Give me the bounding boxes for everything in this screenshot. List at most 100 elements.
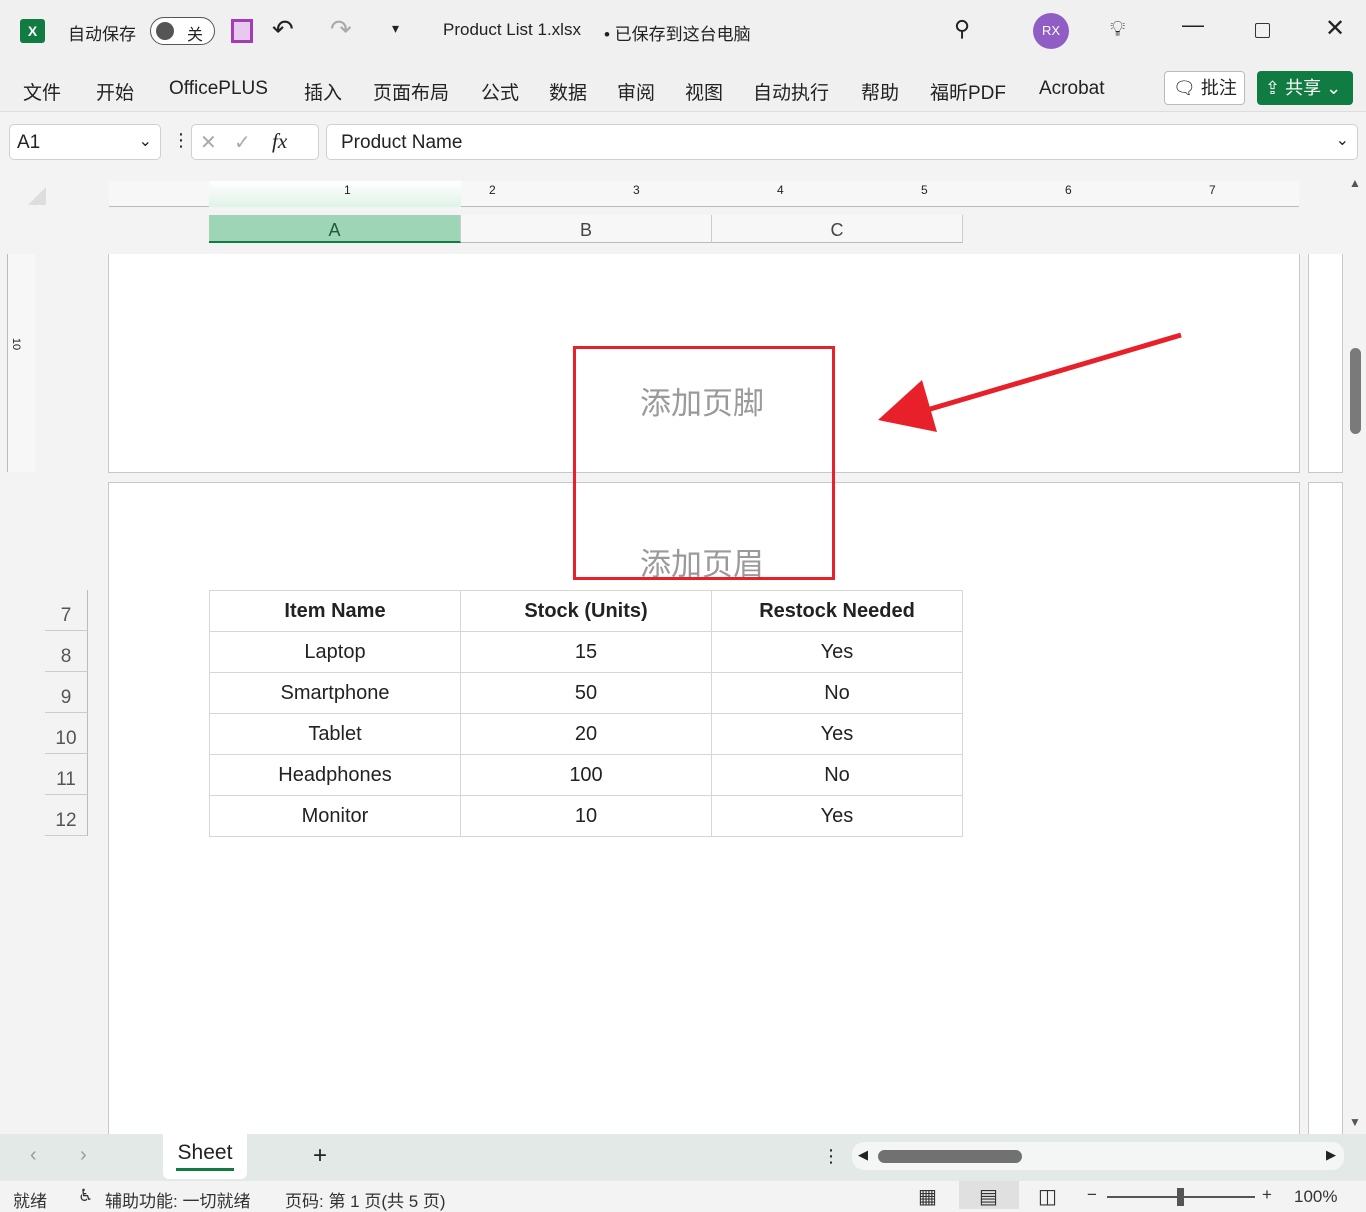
expand-formula-icon[interactable]: ⌄	[1336, 130, 1349, 150]
table-cell[interactable]: Tablet	[210, 714, 461, 755]
tab-foxit-pdf[interactable]: 福昕PDF	[930, 78, 1006, 105]
table-row: Headphones100No	[210, 755, 963, 796]
cancel-icon[interactable]: ✕	[200, 130, 217, 155]
row-header[interactable]: 11	[45, 754, 88, 795]
search-icon[interactable]: ⚲	[954, 16, 970, 42]
title-bar: X 自动保存 关 ↶ ↷ ▾ Product List 1.xlsx • 已保存…	[0, 0, 1366, 62]
sheet-tab-bar: ‹ › Sheet + ⋮ ◀ ▶	[0, 1134, 1366, 1181]
table-cell[interactable]: Yes	[712, 632, 963, 673]
more-icon[interactable]: ⋮	[822, 1146, 840, 1167]
data-table: Item NameStock (Units)Restock NeededLapt…	[209, 590, 963, 837]
table-cell[interactable]: No	[712, 755, 963, 796]
tab-help[interactable]: 帮助	[861, 78, 899, 105]
table-cell[interactable]: Headphones	[210, 755, 461, 796]
tab-data[interactable]: 数据	[549, 78, 587, 105]
tab-formulas[interactable]: 公式	[481, 78, 519, 105]
column-header-c[interactable]: C	[712, 215, 963, 243]
row-header[interactable]: 9	[45, 672, 88, 713]
row-header[interactable]: 12	[45, 795, 88, 836]
formula-input[interactable]: Product Name ⌄	[326, 124, 1358, 160]
table-row: Smartphone50No	[210, 673, 963, 714]
table-row: Monitor10Yes	[210, 796, 963, 837]
page-layout-view-icon: ▤	[979, 1184, 998, 1209]
insert-function-button[interactable]: fx	[272, 129, 287, 154]
table-cell[interactable]: 20	[461, 714, 712, 755]
annotation-arrow-icon	[870, 325, 1190, 440]
table-cell[interactable]: Laptop	[210, 632, 461, 673]
zoom-in-button[interactable]: +	[1262, 1185, 1272, 1205]
page-number: 页码: 第 1 页(共 5 页)	[285, 1187, 446, 1212]
file-name: Product List 1.xlsx	[443, 20, 581, 40]
tab-file[interactable]: 文件	[23, 78, 61, 105]
zoom-out-button[interactable]: −	[1087, 1185, 1097, 1205]
avatar[interactable]: RX	[1033, 13, 1069, 49]
table-cell[interactable]: Smartphone	[210, 673, 461, 714]
table-cell[interactable]: Yes	[712, 714, 963, 755]
table-cell[interactable]: No	[712, 673, 963, 714]
share-button[interactable]: ⇪ 共享 ⌄	[1257, 71, 1353, 105]
table-header-row: Item NameStock (Units)Restock Needed	[210, 591, 963, 632]
undo-icon[interactable]: ↶	[272, 14, 294, 45]
accessibility-icon[interactable]: ♿︎	[78, 1186, 93, 1206]
column-header-b[interactable]: B	[461, 215, 712, 243]
tab-review[interactable]: 审阅	[617, 78, 655, 105]
excel-logo-icon: X	[20, 19, 45, 43]
horizontal-scrollbar[interactable]: ◀ ▶	[852, 1142, 1344, 1170]
name-box[interactable]: A1 ⌄	[9, 124, 161, 160]
redo-icon[interactable]: ↷	[330, 14, 352, 45]
tab-home[interactable]: 开始	[96, 78, 134, 105]
confirm-icon[interactable]: ✓	[234, 130, 251, 155]
vertical-ruler: 10	[7, 254, 35, 472]
comments-button[interactable]: 🗨︎ 批注	[1164, 71, 1245, 105]
table-cell[interactable]: 50	[461, 673, 712, 714]
minimize-button[interactable]: —	[1182, 12, 1204, 38]
ribbon-tabs: 文件 开始 OfficePLUS 插入 页面布局 公式 数据 审阅 视图 自动执…	[0, 62, 1366, 112]
tab-acrobat[interactable]: Acrobat	[1039, 78, 1104, 100]
sheet-tab-sheet[interactable]: Sheet	[163, 1134, 247, 1179]
autosave-label: 自动保存	[68, 20, 136, 45]
table-cell[interactable]: 10	[461, 796, 712, 837]
horizontal-ruler: 1 2 3 4 5 6 7	[109, 181, 1299, 207]
annotation-highlight-box	[573, 346, 835, 580]
zoom-slider[interactable]	[1107, 1196, 1255, 1198]
ready-status: 就绪	[13, 1187, 47, 1212]
lightbulb-icon[interactable]: 💡︎	[1110, 16, 1125, 42]
save-icon[interactable]	[231, 19, 253, 43]
maximize-button[interactable]	[1255, 23, 1270, 38]
page-break-view-icon[interactable]: ◫	[1038, 1184, 1057, 1209]
column-header-a[interactable]: A	[209, 215, 461, 243]
table-cell[interactable]: 15	[461, 632, 712, 673]
prev-sheet-icon[interactable]: ‹	[30, 1144, 37, 1167]
accessibility-status[interactable]: 辅助功能: 一切就绪	[105, 1187, 250, 1212]
vertical-scrollbar[interactable]: ▲ ▼	[1345, 172, 1366, 1134]
table-cell[interactable]: Item Name	[210, 591, 461, 632]
table-cell[interactable]: Stock (Units)	[461, 591, 712, 632]
tab-officeplus[interactable]: OfficePLUS	[169, 78, 268, 100]
table-cell[interactable]: Yes	[712, 796, 963, 837]
close-button[interactable]: ✕	[1325, 14, 1345, 43]
page-right-1	[1308, 254, 1343, 473]
status-bar: 就绪 ♿︎ 辅助功能: 一切就绪 页码: 第 1 页(共 5 页) ▦ ▤ ◫ …	[0, 1181, 1366, 1209]
zoom-level[interactable]: 100%	[1294, 1187, 1337, 1207]
add-sheet-button[interactable]: +	[313, 1142, 327, 1170]
autosave-toggle[interactable]: 关	[150, 17, 215, 45]
normal-view-icon[interactable]: ▦	[918, 1184, 937, 1209]
table-cell[interactable]: Restock Needed	[712, 591, 963, 632]
tab-view[interactable]: 视图	[685, 78, 723, 105]
select-all-corner[interactable]	[28, 187, 46, 205]
next-sheet-icon[interactable]: ›	[80, 1144, 87, 1167]
tab-page-layout[interactable]: 页面布局	[373, 78, 449, 105]
table-cell[interactable]: 100	[461, 755, 712, 796]
tab-automate[interactable]: 自动执行	[753, 78, 829, 105]
tab-insert[interactable]: 插入	[304, 78, 342, 105]
row-header[interactable]: 10	[45, 713, 88, 754]
row-header[interactable]: 7	[45, 590, 88, 631]
row-header[interactable]: 8	[45, 631, 88, 672]
page-layout-view-button[interactable]: ▤	[959, 1181, 1019, 1209]
page-right-2	[1308, 482, 1343, 1142]
save-status[interactable]: • 已保存到这台电脑	[604, 20, 751, 45]
table-row: Tablet20Yes	[210, 714, 963, 755]
more-icon[interactable]: ⋮	[172, 130, 190, 151]
customize-qat-icon[interactable]: ▾	[392, 20, 399, 37]
table-cell[interactable]: Monitor	[210, 796, 461, 837]
